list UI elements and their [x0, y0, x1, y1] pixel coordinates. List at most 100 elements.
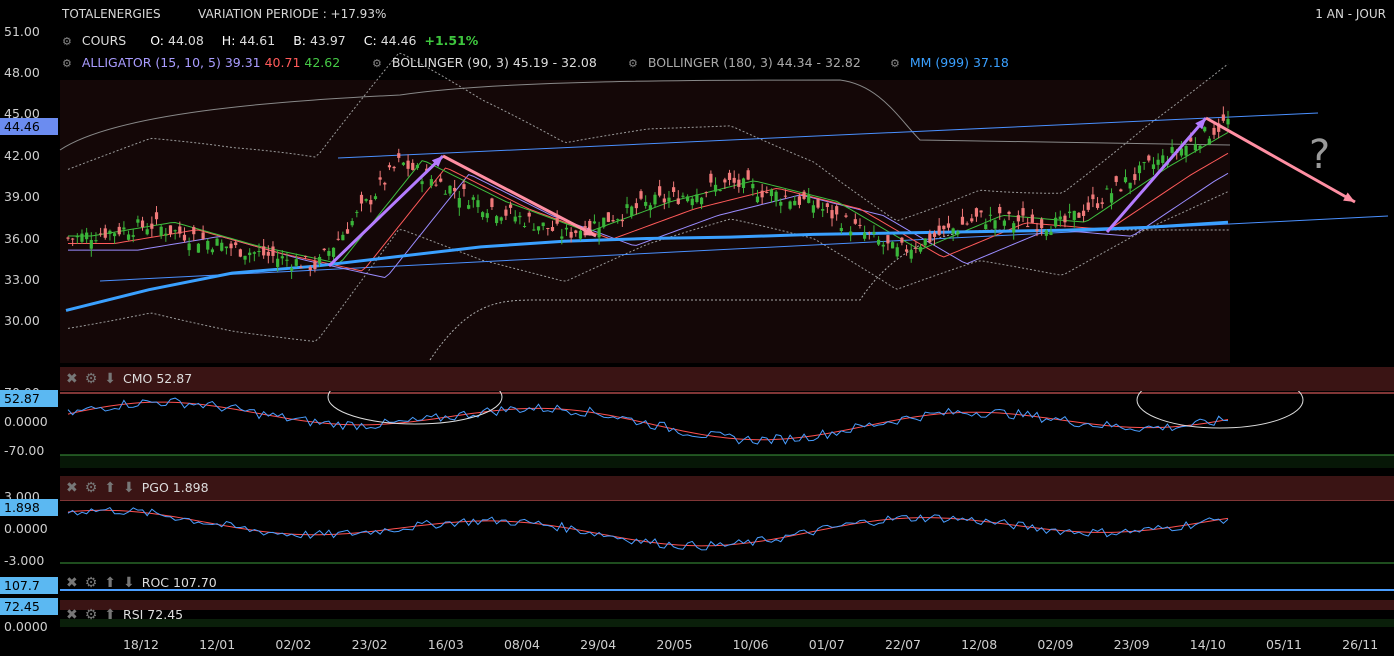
rsi-tick: 0.0000	[4, 619, 48, 634]
legend-mm[interactable]: ⚙ MM (999) 37.18	[890, 55, 1009, 70]
candle-body	[285, 259, 289, 261]
period-selector[interactable]: 1 AN - JOUR	[1315, 7, 1386, 21]
candle-body	[1054, 217, 1058, 227]
candle-body	[732, 177, 736, 183]
close-icon[interactable]: ✖	[66, 607, 78, 623]
gear-icon[interactable]: ⚙	[85, 607, 98, 623]
candle-body	[1049, 231, 1053, 235]
arrow-down-icon[interactable]: ⬇	[123, 480, 135, 496]
legend-cours[interactable]: ⚙ COURS O: 44.08 H: 44.61 B: 43.97 C: 44…	[62, 33, 478, 48]
candle-body	[1095, 203, 1100, 208]
candle-body	[1077, 212, 1081, 218]
candle-body	[252, 252, 256, 254]
candle-body	[1207, 138, 1211, 145]
candle-body	[821, 209, 825, 211]
rsi-current-label: 72.45	[0, 598, 58, 615]
candle-body	[863, 232, 867, 239]
price-chart[interactable]	[0, 0, 1394, 656]
candle-body	[1184, 146, 1188, 156]
gear-icon[interactable]: ⚙	[372, 57, 382, 70]
candle-body	[1170, 147, 1174, 153]
candle-body	[1086, 202, 1090, 210]
candle-body	[485, 213, 489, 218]
arrow-up-icon[interactable]: ⬆	[104, 607, 116, 623]
candle-body	[1035, 229, 1039, 231]
candle-body	[667, 197, 671, 202]
candle-body	[1161, 155, 1165, 163]
legend-bollinger-180[interactable]: ⚙ BOLLINGER (180, 3) 44.34 - 32.82	[628, 55, 861, 70]
arrow-up-icon[interactable]: ⬆	[104, 575, 116, 591]
arrow-up-icon[interactable]: ⬆	[104, 480, 116, 496]
candle-body	[345, 229, 350, 234]
rsi-panel-title[interactable]: ✖ ⚙ ⬆ RSI 72.45	[66, 607, 183, 623]
gear-icon[interactable]: ⚙	[62, 35, 72, 48]
candle-body	[1221, 114, 1225, 121]
roc-panel-title[interactable]: ✖ ⚙ ⬆ ⬇ ROC 107.70	[66, 575, 217, 591]
price-tick: 36.00	[4, 231, 40, 246]
cmo-tick: -70.00	[4, 443, 45, 458]
candle-body	[1068, 211, 1072, 214]
close-icon[interactable]: ✖	[66, 480, 78, 496]
candle-body	[988, 214, 993, 216]
candle-body	[881, 244, 885, 247]
candle-body	[606, 212, 611, 222]
arrow-down-icon[interactable]: ⬇	[123, 575, 135, 591]
gear-icon[interactable]: ⚙	[85, 371, 98, 387]
arrow-down-icon[interactable]: ⬇	[104, 371, 116, 387]
gear-icon[interactable]: ⚙	[85, 480, 98, 496]
candle-body	[830, 210, 834, 219]
candle-body	[867, 232, 871, 234]
gear-icon[interactable]: ⚙	[85, 575, 98, 591]
candle-body	[984, 224, 988, 230]
candle-body	[1002, 220, 1006, 226]
gear-icon[interactable]: ⚙	[628, 57, 638, 70]
candle-body	[974, 208, 979, 217]
pgo-tick: 0.0000	[4, 521, 48, 536]
candle-body	[457, 197, 461, 208]
candle-body	[290, 268, 294, 271]
legend-bollinger-90[interactable]: ⚙ BOLLINGER (90, 3) 45.19 - 32.08	[372, 55, 597, 70]
candle-body	[960, 216, 965, 225]
candle-body	[448, 185, 452, 194]
candle-body	[658, 186, 662, 196]
candle-body	[1114, 176, 1118, 182]
question-mark-annotation: ?	[1309, 132, 1331, 178]
candle-body	[401, 162, 406, 165]
candle-body	[164, 233, 168, 236]
candle-body	[1026, 226, 1030, 228]
candle-body	[979, 210, 983, 213]
price-tick: 51.00	[4, 24, 40, 39]
gear-icon[interactable]: ⚙	[890, 57, 900, 70]
candle-body	[234, 242, 238, 246]
candle-body	[918, 246, 923, 252]
candle-body	[690, 198, 694, 206]
candle-body	[625, 204, 629, 209]
candle-body	[998, 207, 1002, 214]
close-icon[interactable]: ✖	[66, 371, 78, 387]
candle-body	[672, 187, 676, 192]
candle-body	[639, 191, 643, 199]
candle-body	[229, 243, 233, 249]
candle-body	[793, 200, 797, 206]
x-axis-tick: 23/02	[351, 637, 388, 652]
candle-body	[839, 227, 843, 231]
candle-body	[858, 224, 862, 226]
candle-body	[644, 201, 648, 206]
pgo-panel-title[interactable]: ✖ ⚙ ⬆ ⬇ PGO 1.898	[66, 480, 209, 496]
candle-body	[364, 199, 368, 201]
candle-body	[592, 221, 597, 224]
legend-alligator[interactable]: ⚙ ALLIGATOR (15, 10, 5) 39.31 40.71 42.6…	[62, 55, 340, 70]
candle-body	[350, 221, 354, 226]
close-icon[interactable]: ✖	[66, 575, 78, 591]
gear-icon[interactable]: ⚙	[62, 57, 72, 70]
candle-body	[481, 212, 485, 218]
candle-body	[89, 240, 93, 249]
candle-body	[564, 227, 569, 230]
candle-body	[453, 187, 457, 192]
candle-body	[262, 246, 266, 256]
x-axis-tick: 08/04	[503, 637, 541, 652]
candle-body	[341, 234, 345, 241]
candle-body	[727, 172, 732, 181]
candle-body	[951, 228, 955, 234]
cmo-panel-title[interactable]: ✖ ⚙ ⬇ CMO 52.87	[66, 371, 192, 387]
